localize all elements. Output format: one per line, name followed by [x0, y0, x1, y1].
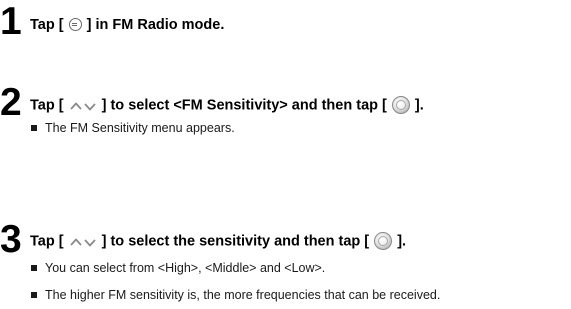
heading-text: Tap [ — [30, 17, 64, 33]
step-heading: Tap [ ] to select <FM Sensitivity> and t… — [30, 96, 424, 115]
step-number: 2 — [0, 81, 22, 124]
center-select-button-icon — [374, 232, 393, 250]
bullet-icon — [31, 264, 37, 271]
bullet-icon — [31, 124, 37, 131]
bullet-text: The higher FM sensitivity is, the more f… — [45, 288, 441, 302]
list-item: The FM Sensitivity menu appears. — [31, 121, 235, 136]
heading-text: Tap [ — [30, 233, 64, 250]
list-item: You can select from <High>, <Middle> and… — [31, 261, 325, 276]
step-number: 1 — [0, 0, 22, 43]
heading-text: ]. — [397, 233, 407, 250]
bullet-text: You can select from <High>, <Middle> and… — [45, 261, 326, 275]
heading-text: ] to select the sensitivity and then tap… — [101, 233, 370, 250]
step-heading: Tap [ ] to select the sensitivity and th… — [30, 232, 407, 251]
heading-text: Tap [ — [30, 97, 64, 114]
step-heading: Tap [ ] in FM Radio mode. — [30, 17, 224, 34]
heading-text: ]. — [414, 97, 424, 114]
center-select-button-icon — [391, 96, 410, 114]
bullet-text: The FM Sensitivity menu appears. — [45, 121, 235, 135]
up-down-arrows-icon — [69, 99, 97, 113]
heading-text: ] in FM Radio mode. — [86, 17, 225, 33]
step-number: 3 — [0, 218, 22, 261]
list-item: The higher FM sensitivity is, the more f… — [31, 288, 440, 303]
up-down-arrows-icon — [69, 235, 97, 249]
menu-button-icon — [68, 18, 82, 31]
heading-text: ] to select <FM Sensitivity> and then ta… — [101, 97, 387, 114]
bullet-icon — [31, 291, 37, 298]
